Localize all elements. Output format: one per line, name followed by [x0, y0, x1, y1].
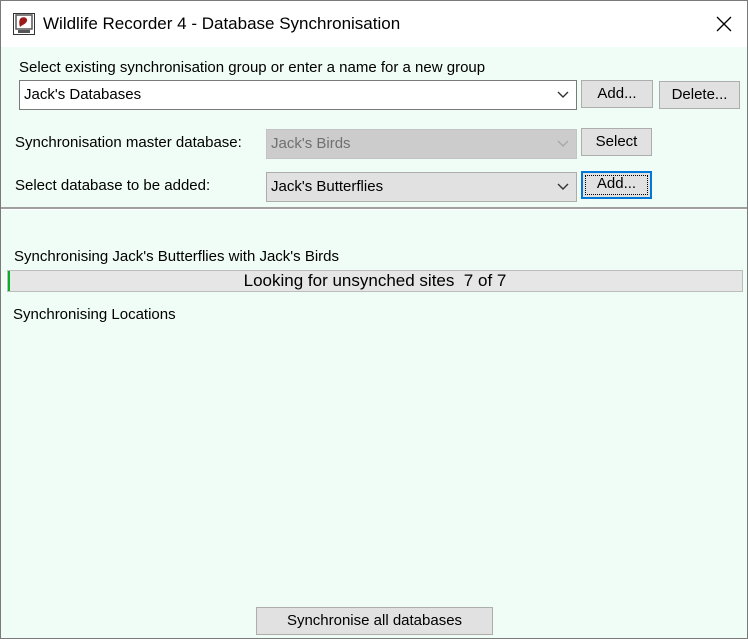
add-database-label: Select database to be added:: [15, 177, 211, 194]
chevron-down-icon: [557, 140, 569, 147]
sync-status-line: Synchronising Jack's Butterflies with Ja…: [14, 248, 340, 265]
add-database-value[interactable]: Jack's Butterflies: [271, 178, 383, 195]
select-master-button[interactable]: Select: [581, 128, 652, 156]
add-group-button[interactable]: Add...: [581, 80, 653, 108]
title-bar[interactable]: Wildlife Recorder 4 - Database Synchroni…: [1, 1, 747, 47]
window-title: Wildlife Recorder 4 - Database Synchroni…: [43, 14, 401, 33]
add-database-button[interactable]: Add...: [581, 171, 652, 199]
chevron-down-icon[interactable]: [557, 90, 569, 100]
group-combobox[interactable]: Jack's Databases: [19, 80, 577, 110]
group-prompt-label: Select existing synchronisation group or…: [19, 59, 486, 76]
delete-group-button[interactable]: Delete...: [659, 81, 740, 109]
master-database-label: Synchronisation master database:: [15, 134, 242, 151]
sync-phase-label: Synchronising Locations: [13, 306, 176, 323]
divider: [1, 207, 747, 210]
chevron-down-icon[interactable]: [557, 182, 569, 192]
sync-progress-bar: Looking for unsynched sites 7 of 7: [7, 270, 743, 292]
group-combobox-value[interactable]: Jack's Databases: [24, 86, 141, 103]
close-button[interactable]: [701, 1, 747, 47]
app-icon: [13, 13, 35, 35]
sync-dialog: Wildlife Recorder 4 - Database Synchroni…: [0, 0, 748, 639]
master-database-value: Jack's Birds: [271, 135, 351, 152]
close-icon: [716, 16, 732, 32]
synchronise-all-button[interactable]: Synchronise all databases: [256, 607, 493, 635]
progress-text: Looking for unsynched sites 7 of 7: [243, 271, 507, 290]
add-database-combobox[interactable]: Jack's Butterflies: [266, 172, 577, 202]
master-database-combobox: Jack's Birds: [266, 129, 577, 159]
